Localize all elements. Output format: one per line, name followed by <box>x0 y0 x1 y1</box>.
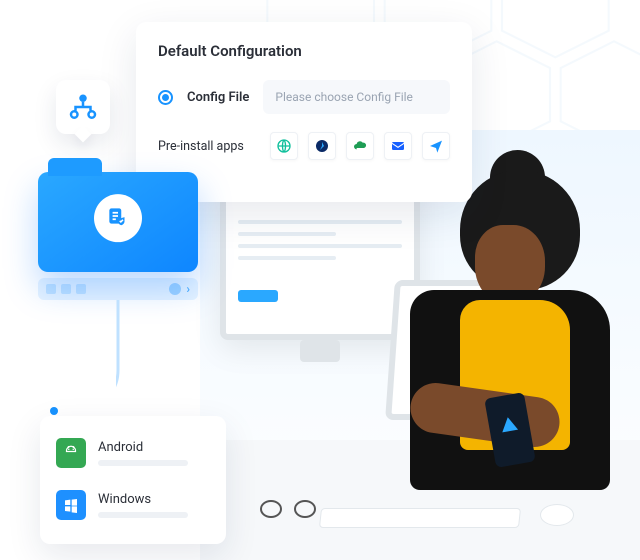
keyboard <box>319 508 521 528</box>
thumb-icon <box>61 284 71 294</box>
checklist-shield-icon <box>105 205 131 231</box>
app-icon-compass[interactable] <box>308 132 336 160</box>
sitemap-popover[interactable] <box>56 80 110 134</box>
connector-line <box>116 300 156 420</box>
os-row-android[interactable]: Android <box>56 432 210 474</box>
chevron-right-icon[interactable]: › <box>186 282 190 296</box>
config-file-radio-label: Config File <box>187 90 249 105</box>
mouse <box>540 504 574 526</box>
person <box>370 170 630 500</box>
os-label: Windows <box>98 492 188 507</box>
config-file-picker[interactable]: Please choose Config File <box>263 80 450 114</box>
monitor-stand <box>300 340 340 362</box>
folder-toolbar: › <box>38 278 198 300</box>
config-title: Default Configuration <box>158 42 450 60</box>
sitemap-icon <box>68 92 98 122</box>
config-file-radio[interactable] <box>158 90 173 105</box>
globe-icon <box>276 138 292 154</box>
app-icon-globe[interactable] <box>270 132 298 160</box>
folder-icon <box>38 172 198 272</box>
cloud-icon <box>352 138 368 154</box>
preinstall-app-list <box>270 132 450 160</box>
thumb-icon <box>76 284 86 294</box>
glasses <box>260 500 316 520</box>
os-label: Android <box>98 440 188 455</box>
skeleton-line <box>98 512 188 518</box>
app-icon-send[interactable] <box>422 132 450 160</box>
preinstall-row: Pre-install apps <box>158 132 450 160</box>
connector-dot-icon <box>50 407 58 415</box>
dot-icon <box>169 283 181 295</box>
os-card: Android Windows <box>40 416 226 544</box>
preinstall-label: Pre-install apps <box>158 139 244 154</box>
compass-icon <box>314 138 330 154</box>
thumb-icon <box>46 284 56 294</box>
windows-icon <box>56 490 86 520</box>
folder-widget[interactable]: › <box>38 172 198 300</box>
os-row-windows[interactable]: Windows <box>56 484 210 526</box>
android-icon <box>56 438 86 468</box>
send-icon <box>428 138 444 154</box>
app-icon-mail[interactable] <box>384 132 412 160</box>
app-icon-cloud[interactable] <box>346 132 374 160</box>
skeleton-line <box>98 460 188 466</box>
config-file-row: Config File Please choose Config File <box>158 80 450 114</box>
mail-icon <box>390 138 406 154</box>
